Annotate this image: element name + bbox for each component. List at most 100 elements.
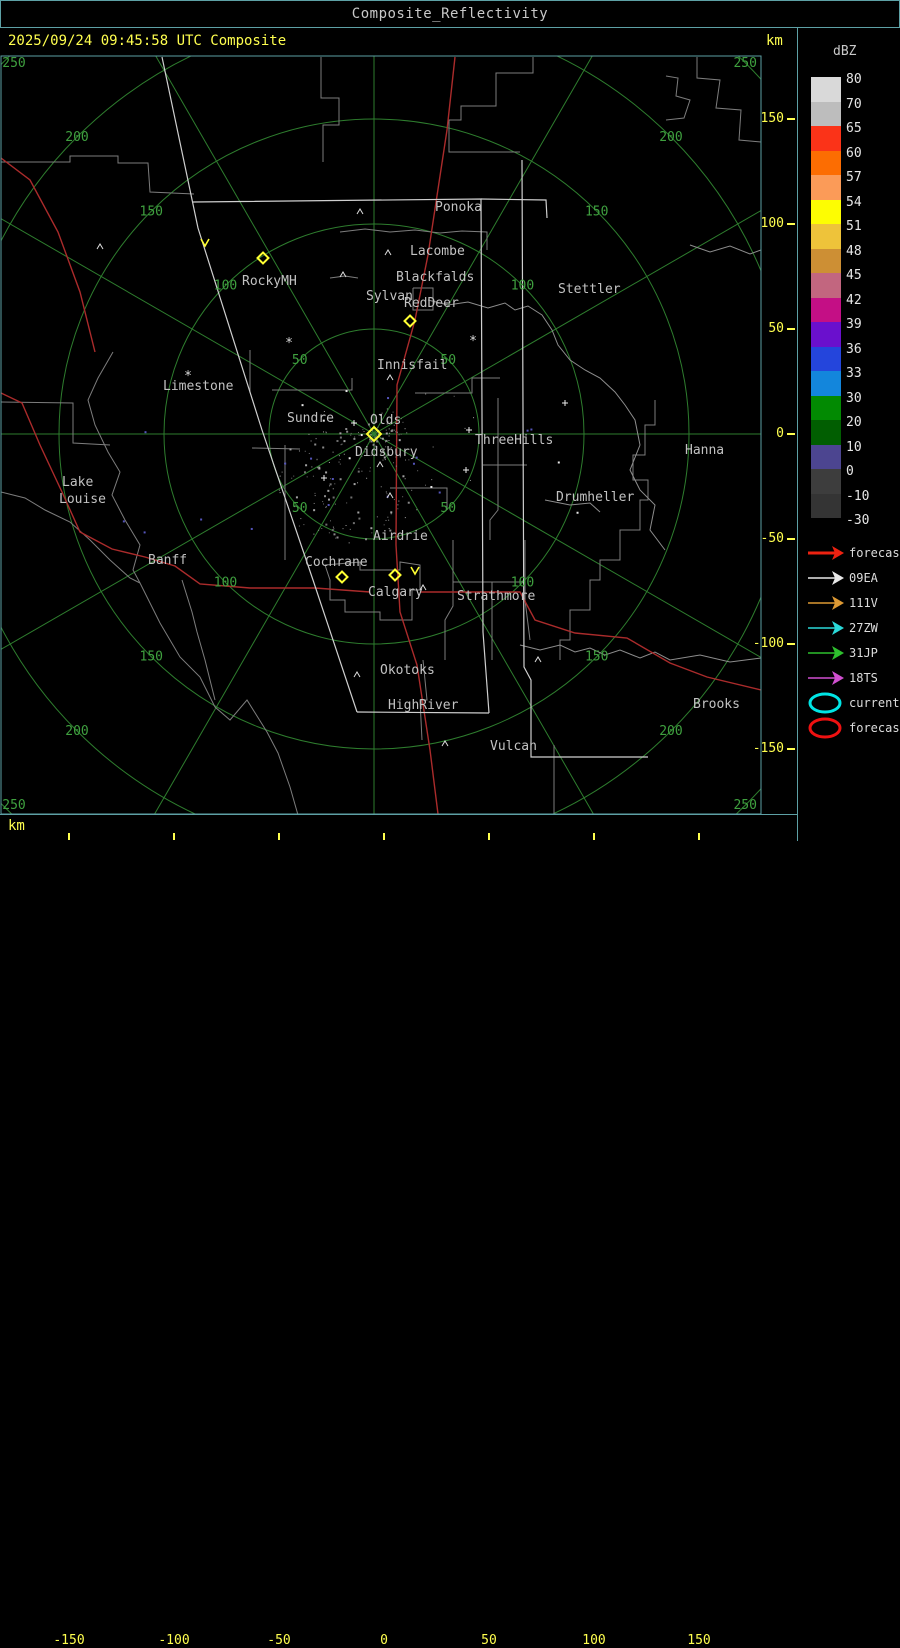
radar-echo [345,525,347,527]
radar-echo [323,503,325,505]
range-ring-label: 150 [140,204,163,219]
radar-echo [332,488,334,490]
plus-marker [466,427,472,433]
radar-echo [313,533,315,535]
radar-echo [369,470,371,472]
site-diamond-marker [388,568,402,582]
radar-echo [365,538,368,541]
radar-echo [328,532,330,534]
right-axis-tick [787,538,795,540]
city-label: Innisfail [377,358,447,373]
radar-echo [346,502,348,504]
river-line [689,244,761,255]
city-label: HighRiver [388,698,459,713]
radar-echo [314,495,316,497]
radar-echo [404,478,406,480]
city-label: Blackfalds [396,270,474,285]
radar-echo [358,434,360,436]
bottom-axis: -150 -100 -50 0 50 100 150 [0,815,797,1648]
yellow-arrow-marker [200,238,210,248]
radar-echo [464,427,466,429]
radar-echo [473,417,475,419]
colorbar-box [811,297,841,322]
radar-echo [342,528,344,530]
radar-echo [279,475,281,477]
colorbar-value-label: 65 [846,121,862,136]
colorbar-value-label: 10 [846,439,862,455]
legend-ellipse-icon [808,692,842,714]
radar-echo [432,446,434,448]
city-label: Strathmore [457,589,535,604]
radar-echo [325,432,327,434]
radar-echo [340,444,342,446]
radar-echo [281,471,283,473]
radar-echo [305,464,308,467]
radar-echo [395,431,397,433]
colorbar-box [811,371,841,396]
radar-echo [387,516,389,518]
colorbar-value-label: -10 [846,488,870,504]
radar-echo [339,432,342,435]
radar-echo [530,428,533,431]
caret-marker [534,656,542,663]
radar-echo [385,432,388,435]
radar-echo [284,462,287,465]
radar-echo [338,461,340,463]
colorbar-value-label: 60 [846,145,862,161]
bottom-axis-tick-label: 100 [582,1633,606,1648]
radar-echo [402,496,404,498]
radar-echo [398,434,400,436]
right-axis-tick-label: 150 [760,111,784,126]
legend-label: current [849,696,900,710]
radar-echo [331,478,334,481]
bottom-axis-tick [278,833,280,840]
county-boundary [251,447,301,450]
colorbar-value-label: 80 [846,72,862,87]
city-label: Didsbury [355,445,418,460]
radar-echo [394,429,396,431]
caret-marker [356,208,364,215]
radar-echo [333,528,335,530]
radar-echo [314,492,316,494]
city-label: Olds [370,413,401,428]
radar-echo [278,489,280,491]
legend-label: 27ZW [849,621,878,635]
radar-echo [327,489,330,492]
county-boundary [665,75,691,121]
colorbar-box [811,224,841,249]
city-label: Brooks [693,697,740,712]
radar-echo [412,462,415,465]
radar-echo [333,533,336,536]
radar-echo [143,531,146,534]
county-boundary [329,275,359,279]
radar-echo [348,457,351,460]
radar-echo [343,440,346,443]
radar-echo [416,509,418,511]
radar-echo [301,404,304,407]
radar-echo [358,467,360,469]
yellow-arrow-marker [410,566,420,576]
radar-echo [357,470,360,473]
legend-arrow-icon [808,646,844,660]
city-label: Cochrane [305,555,368,570]
radar-echo [306,476,308,478]
radar-echo [388,519,390,521]
right-axis-tick-label: -50 [760,531,784,546]
colorbar-box [811,150,841,175]
radar-coverage-outline [480,198,548,219]
star-marker: * [469,334,477,349]
radar-echo [336,439,339,442]
radar-echo [303,471,306,474]
radar-echo [313,509,316,512]
range-ring-label: 200 [659,724,682,739]
range-ring-label: 50 [292,501,308,516]
radar-echo [400,433,402,435]
radar-echo [395,465,397,467]
bottom-axis-tick [593,833,595,840]
star-marker: * [184,369,192,384]
city-label: Calgary [368,585,423,600]
radar-echo [343,453,345,455]
radar-echo [295,496,298,499]
radar-echo [380,486,382,488]
radar-echo [385,429,387,431]
